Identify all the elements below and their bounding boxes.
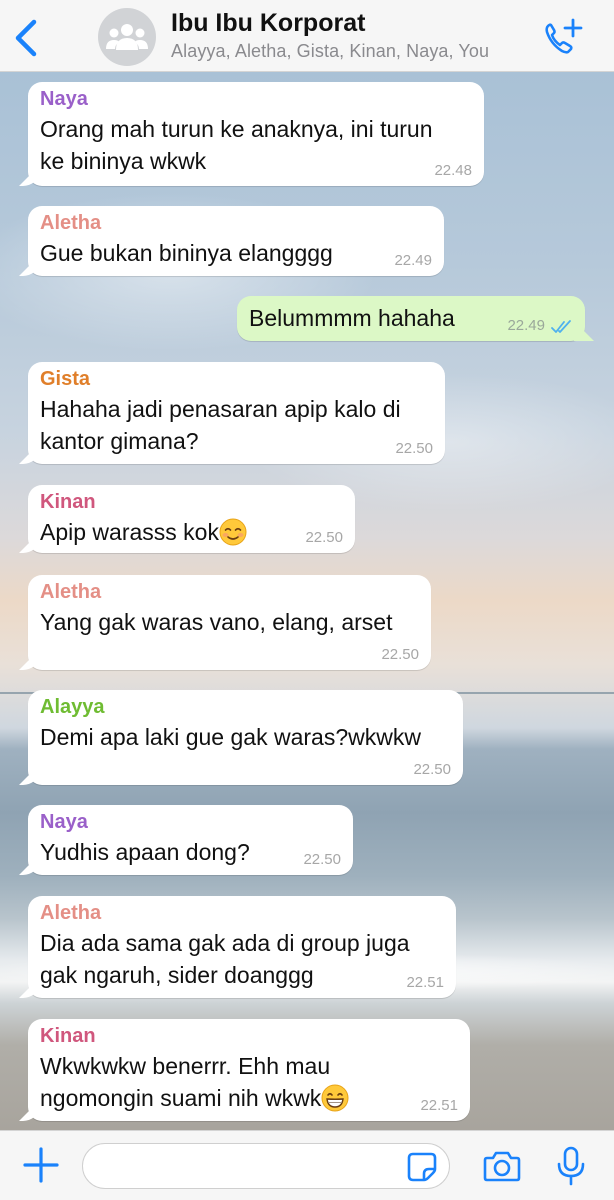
message-bubble[interactable]: Naya Yudhis apaan dong? 22.50 [28,805,353,875]
message-time: 22.51 [406,974,444,991]
message-time: 22.49 [394,252,432,269]
message-text: Yudhis apaan dong? [40,839,250,865]
group-title[interactable]: Ibu Ibu Korporat [171,9,365,38]
message-bubble-outgoing[interactable]: Belummmm hahaha 22.49 [237,296,585,341]
message-bubble[interactable]: Naya Orang mah turun ke anaknya, ini tur… [28,82,484,186]
message-bubble[interactable]: Aletha Dia ada sama gak ada di group jug… [28,896,456,998]
back-button[interactable] [8,16,48,60]
camera-button[interactable] [482,1147,522,1185]
sender-name: Gista [40,368,91,390]
chat-header: Ibu Ibu Korporat Alayya, Aletha, Gista, … [0,0,614,72]
plus-icon [23,1147,59,1183]
read-receipt-icon [551,320,571,333]
message-bubble[interactable]: Aletha Gue bukan bininya elangggg 22.49 [28,206,444,276]
grinning-face-icon [321,1084,349,1112]
phone-plus-icon [545,18,583,54]
message-bubble[interactable]: Kinan Apip warasss kok 22.50 [28,485,355,553]
camera-icon [483,1151,521,1182]
smiling-face-icon [219,518,247,546]
message-bubble[interactable]: Alayya Demi apa laki gue gak waras?wkwkw… [28,690,463,785]
message-text: Yang gak waras vano, elang, arset [40,609,393,635]
microphone-icon [557,1146,585,1186]
message-bubble[interactable]: Gista Hahaha jadi penasaran apip kalo di… [28,362,445,464]
chevron-left-icon [15,19,37,57]
message-text: Hahaha jadi penasaran apip kalo di kantor… [40,396,401,454]
sender-name: Kinan [40,1025,96,1047]
sender-name: Aletha [40,581,102,603]
message-text: Gue bukan bininya elangggg [40,240,333,266]
message-bubble[interactable]: Aletha Yang gak waras vano, elang, arset… [28,575,431,670]
microphone-button[interactable] [555,1145,587,1187]
sender-name: Aletha [40,902,102,924]
group-avatar[interactable] [98,8,156,66]
sender-name: Alayya [40,696,105,718]
sender-name: Naya [40,88,88,110]
message-text: Demi apa laki gue gak waras?wkwkw [40,724,421,750]
sticker-button[interactable] [406,1151,438,1183]
message-time: 22.50 [381,646,419,663]
message-text: Dia ada sama gak ada di group juga gak ng… [40,930,410,988]
message-time: 22.50 [303,851,341,868]
group-icon [106,24,148,50]
sender-name: Aletha [40,212,102,234]
message-time: 22.50 [395,440,433,457]
message-time: 22.50 [413,761,451,778]
message-text: Orang mah turun ke anaknya, ini turun ke … [40,116,433,174]
message-time: 22.51 [420,1097,458,1114]
message-time: 22.49 [507,317,545,334]
message-time: 22.50 [305,529,343,546]
sender-name: Kinan [40,491,96,513]
message-list[interactable]: Naya Orang mah turun ke anaknya, ini tur… [0,72,614,1130]
add-call-button[interactable] [540,16,586,60]
attach-button[interactable] [22,1146,60,1184]
group-members-list[interactable]: Alayya, Aletha, Gista, Kinan, Naya, You [171,41,489,62]
sender-name: Naya [40,811,88,833]
sticker-icon [407,1152,437,1182]
compose-bar [0,1130,614,1200]
message-bubble[interactable]: Kinan Wkwkwkw benerrr. Ehh mau ngomongin… [28,1019,470,1121]
message-text: Apip warasss kok [40,516,343,548]
message-input[interactable] [82,1143,450,1189]
message-text: Wkwkwkw benerrr. Ehh mau ngomongin suami… [40,1050,458,1114]
message-time: 22.48 [434,162,472,179]
